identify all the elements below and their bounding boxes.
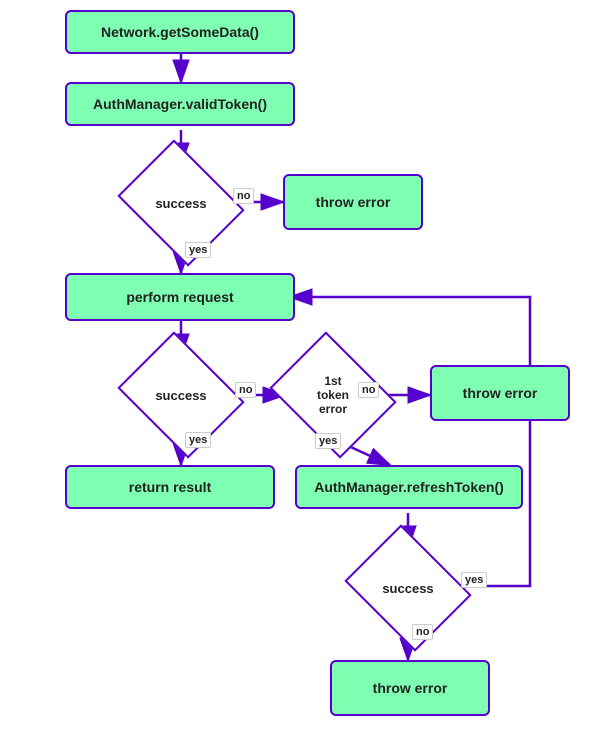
throw-error-1-box: throw error [283,174,423,230]
get-some-data-box: Network.getSomeData() [65,10,295,54]
label-no-1: no [233,188,254,204]
perform-request-box: perform request [65,273,295,321]
throw-error-2-box: throw error [430,365,570,421]
valid-token-box: AuthManager.validToken() [65,82,295,126]
label-yes-2: yes [185,432,211,448]
label-yes-4: yes [461,572,487,588]
return-result-box: return result [65,465,275,509]
success3-label: success [382,581,433,596]
success2-diamond: success [131,355,231,435]
success3-diamond: success [358,548,458,628]
throw-error-3-box: throw error [330,660,490,716]
label-no-2: no [235,382,256,398]
success1-label: success [155,196,206,211]
refresh-token-box: AuthManager.refreshToken() [295,465,523,509]
success1-diamond: success [131,163,231,243]
label-no-4: no [412,624,433,640]
label-yes-3: yes [315,433,341,449]
success2-label: success [155,388,206,403]
token-error-label: 1st token error [317,374,349,416]
flowchart: Network.getSomeData() AuthManager.validT… [0,0,611,735]
label-no-3: no [358,382,379,398]
label-yes-1: yes [185,242,211,258]
